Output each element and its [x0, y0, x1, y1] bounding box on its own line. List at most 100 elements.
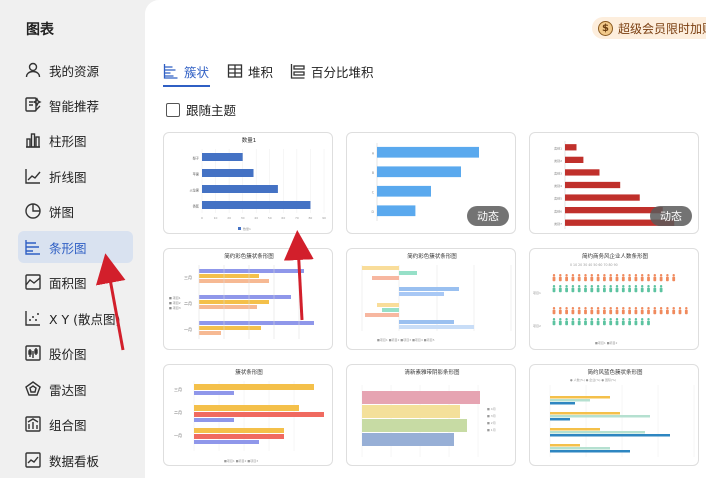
person-icon: [622, 274, 625, 277]
person-body: [666, 309, 669, 315]
person-body: [596, 287, 600, 293]
card-title: 简约风蓝色簇状条形图: [587, 368, 643, 376]
sidebar-item-smart-recommend[interactable]: 智能推荐: [18, 89, 133, 121]
template-card[interactable]: 清新素雅带阴影条形图 ■ 4月 ■ 3月 ■ 2月 ■ 1月: [346, 364, 516, 466]
person-body: [552, 309, 556, 315]
template-card[interactable]: 简约商务风企业人数条形图 0 10 20 30 40 50 60 70 80 9…: [529, 248, 699, 350]
svg-text:■ 3月: ■ 3月: [487, 414, 496, 418]
person-body: [659, 276, 663, 282]
person-icon: [559, 307, 562, 310]
sidebar-item-radar-chart[interactable]: 雷达图: [18, 373, 133, 405]
person-icon: [571, 285, 575, 288]
category-label: 苹果: [193, 171, 200, 176]
follow-theme-checkbox[interactable]: 跟随主题: [166, 100, 236, 119]
person-body: [577, 320, 581, 326]
template-card[interactable]: 簇状条形图 三月 二月 一月 ■项目1 ■项目2 ■项目3: [163, 364, 333, 466]
sidebar-item-combo-chart[interactable]: 组合图: [18, 408, 133, 440]
active-tab-indicator: [163, 85, 210, 87]
person-body: [565, 287, 568, 293]
sidebar-item-scatter-chart[interactable]: X Y (散点图): [18, 302, 133, 334]
person-body: [634, 320, 638, 326]
svg-text:■ 2月: ■ 2月: [487, 421, 496, 425]
template-card[interactable]: 简约风蓝色簇状条形图 ● 人数(%) ● 企业(%) ● 国际(%): [529, 364, 699, 466]
person-body: [584, 287, 587, 293]
person-body: [552, 320, 556, 326]
tick-label: 30: [241, 216, 245, 220]
sidebar-item-bar-chart[interactable]: 条形图: [18, 231, 133, 263]
person-body: [584, 309, 587, 315]
scatter-chart-icon: [23, 308, 43, 328]
category-label: C: [372, 191, 375, 195]
sidebar-item-dashboard[interactable]: 数据看板: [18, 444, 133, 476]
person-icon: [578, 274, 581, 277]
sidebar-item-area-chart[interactable]: 面积图: [18, 266, 133, 298]
sidebar-item-label: 我的资源: [49, 63, 100, 79]
column-chart-icon: [23, 130, 43, 150]
tab-percent-stacked[interactable]: 百分比堆积: [290, 61, 374, 81]
person-icon: [596, 274, 600, 277]
category-label: 类别6: [554, 208, 562, 213]
person-body: [609, 309, 613, 315]
sidebar-item-line-chart[interactable]: 折线图: [18, 160, 133, 192]
person-icon: [596, 307, 600, 310]
person-icon: [628, 318, 631, 321]
line-chart-icon: [23, 166, 43, 186]
area-chart-icon: [23, 272, 43, 292]
person-body: [577, 276, 581, 282]
person-body: [558, 276, 562, 282]
person-icon: [590, 318, 593, 321]
sidebar-item-pie-chart[interactable]: 饼图: [18, 195, 133, 227]
sidebar-item-label: 股价图: [49, 346, 87, 362]
tick-label: 40: [254, 216, 258, 220]
template-card[interactable]: 类别1 类别2 类别3 类别4 类别5 类别6 类别7 动态: [529, 132, 699, 234]
person-body: [634, 276, 638, 282]
promo-label: 超级会员限时加赠: [618, 21, 706, 36]
template-card[interactable]: 简约彩色簇状条形图 三月 二月 一月 ■ 项目1 ■ 项目2 ■ 项目3: [163, 248, 333, 350]
template-card[interactable]: 简约彩色簇状条形图 ■项目1 ■项目2 ■项目3 ■项目4 ■项目5: [346, 248, 516, 350]
legend-label: 数量1: [243, 226, 251, 231]
person-icon: [685, 307, 688, 310]
person-body: [558, 309, 562, 315]
card-title: 简约彩色簇状条形图: [224, 252, 274, 260]
svg-text:■ 项目2: ■ 项目2: [169, 301, 181, 305]
sidebar-item-label: 折线图: [49, 169, 87, 185]
person-icon: [628, 307, 631, 310]
person-icon: [552, 307, 556, 310]
svg-text:■ 1月: ■ 1月: [487, 428, 496, 432]
sidebar-item-label: 组合图: [49, 417, 87, 433]
person-body: [590, 320, 594, 326]
svg-text:二月: 二月: [174, 410, 182, 415]
template-card[interactable]: A B C D 动态: [346, 132, 516, 234]
tick-label: 0: [201, 216, 203, 220]
person-icon: [653, 274, 656, 277]
sidebar-item-stock-chart[interactable]: 股价图: [18, 337, 133, 369]
vip-promo-button[interactable]: $ 超级会员限时加赠: [592, 17, 706, 39]
sidebar-item-column-chart[interactable]: 柱形图: [18, 124, 133, 156]
person-icon: [565, 318, 568, 321]
person-icon: [628, 274, 631, 277]
person-body: [653, 276, 657, 282]
person-icon: [678, 307, 682, 310]
tab-clustered[interactable]: 簇状: [163, 61, 209, 81]
svg-text:三月: 三月: [174, 387, 182, 392]
bar: [565, 181, 621, 189]
person-icon: [634, 318, 638, 321]
svg-text:■ 项目3: ■ 项目3: [169, 306, 181, 310]
category-label: 类别2: [554, 158, 562, 163]
bar: [202, 201, 311, 209]
checkbox-box[interactable]: [166, 102, 180, 117]
bar: [377, 205, 416, 217]
template-card[interactable]: 数量1 0 10 20 30 40 50 60 70 80 90 梨子 苹果 火龙果 香蕉 数量1: [163, 132, 333, 234]
sidebar-item-my-resources[interactable]: 我的资源: [18, 54, 133, 86]
person-body: [552, 276, 556, 282]
person-body: [584, 276, 587, 282]
tab-stacked[interactable]: 堆积: [227, 61, 273, 81]
svg-text:项目1: 项目1: [533, 291, 541, 295]
person-icon: [552, 274, 556, 277]
person-body: [596, 309, 600, 315]
person-icon: [609, 274, 612, 277]
sidebar-title: 图表: [26, 22, 54, 38]
person-icon: [565, 285, 568, 288]
person-body: [628, 287, 631, 293]
tick-label: 60: [281, 216, 285, 220]
